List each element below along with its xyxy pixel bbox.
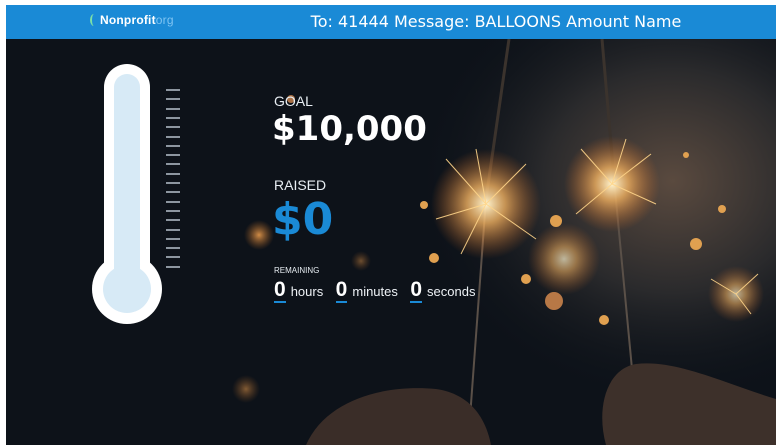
raised-label: RAISED [274,177,327,193]
scale-tick [166,144,180,147]
thermometer-mercury-bulb [103,265,151,313]
scale-tick [166,163,180,166]
seconds-unit: 0 seconds [410,279,475,303]
minutes-value: 0 [335,278,348,303]
scale-tick [166,219,180,222]
text-to-give-instructions: To: 41444 Message: BALLOONS Amount Name [310,12,682,31]
seconds-label: seconds [427,284,476,299]
leaf-icon [90,14,98,26]
scale-tick [166,228,180,231]
scale-tick [166,265,180,268]
goal-label: GOAL [274,93,313,109]
thermometer-scale [166,89,180,289]
scale-tick [166,107,180,110]
logo-main-text: Nonprofit [100,13,156,27]
header-bar: Nonprofitorg To: 41444 Message: BALLOONS… [6,5,776,39]
minutes-unit: 0 minutes [335,278,398,303]
seconds-value: 0 [410,278,423,303]
logo-suffix-text: org [155,13,174,27]
remaining-label: REMAINING [274,266,320,275]
goal-amount: $10,000 [272,109,427,149]
hours-label: hours [290,284,324,299]
scale-tick [166,154,180,157]
raised-amount: $0 [272,194,334,245]
scale-tick [166,182,180,184]
scale-tick [166,237,180,240]
scale-tick [166,98,180,101]
scale-tick [166,191,180,194]
scale-tick [166,172,180,175]
scale-tick [166,116,180,119]
scale-tick [166,89,180,91]
scale-tick [166,200,180,203]
nonprofit-logo: Nonprofitorg [90,13,174,27]
thermometer-gauge [92,64,162,334]
scale-tick [166,126,180,129]
scale-tick [166,256,180,259]
hours-value: 0 [274,278,286,303]
minutes-label: minutes [352,284,398,299]
scale-tick [166,247,180,250]
scale-tick [166,135,180,138]
hours-unit: 0 hours [274,279,323,303]
countdown-timer: 0 hours 0 minutes 0 seconds [274,279,483,303]
scale-tick [166,209,180,212]
fundraising-screen: Nonprofitorg To: 41444 Message: BALLOONS… [6,5,776,445]
